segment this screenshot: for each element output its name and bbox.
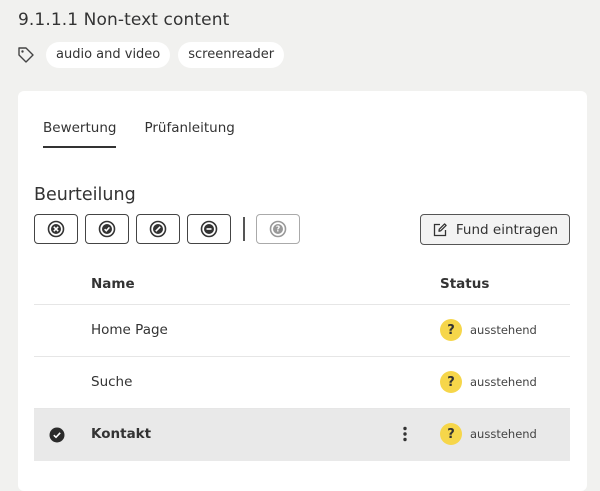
assessment-card: Bewertung Prüfanleitung Beurteilung ? Fu…: [18, 91, 587, 491]
question-circle-icon: ?: [269, 220, 287, 238]
svg-text:?: ?: [276, 225, 280, 234]
table-row[interactable]: Suche ? ausstehend: [34, 357, 570, 409]
row-name: Suche: [91, 374, 133, 390]
rate-failed-button[interactable]: [34, 214, 78, 244]
tab-bewertung[interactable]: Bewertung: [43, 120, 117, 148]
fund-eintragen-button[interactable]: Fund eintragen: [420, 214, 570, 245]
rate-not-tested-button[interactable]: [187, 214, 231, 244]
more-options-icon[interactable]: [402, 426, 408, 442]
status-badge: ? ausstehend: [440, 371, 537, 393]
status-text: ausstehend: [470, 427, 537, 441]
tab-pruefanleitung[interactable]: Prüfanleitung: [144, 120, 234, 148]
edit-icon: [433, 222, 447, 236]
minus-circle-icon: [200, 220, 218, 238]
fund-button-label: Fund eintragen: [455, 221, 559, 238]
header-status: Status: [440, 276, 490, 292]
header-name: Name: [91, 276, 135, 292]
x-circle-icon: [47, 220, 65, 238]
pending-icon: ?: [440, 423, 462, 445]
tag-icon: [18, 47, 34, 63]
rate-pending-button[interactable]: ?: [256, 214, 300, 244]
check-circle-icon: [98, 220, 116, 238]
tab-bar: Bewertung Prüfanleitung: [43, 120, 263, 148]
rate-passed-button[interactable]: [85, 214, 129, 244]
pending-icon: ?: [440, 371, 462, 393]
row-name: Kontakt: [91, 426, 152, 442]
page-title: 9.1.1.1 Non-text content: [18, 10, 230, 30]
tag-audio-and-video[interactable]: audio and video: [46, 42, 171, 68]
table-row[interactable]: Home Page ? ausstehend: [34, 305, 570, 357]
rate-not-applicable-button[interactable]: [136, 214, 180, 244]
checkmark-circle-icon: [49, 427, 65, 443]
pending-icon: ?: [440, 319, 462, 341]
status-badge: ? ausstehend: [440, 319, 537, 341]
tag-screenreader[interactable]: screenreader: [178, 42, 285, 68]
row-name: Home Page: [91, 322, 168, 338]
status-text: ausstehend: [470, 375, 537, 389]
button-divider: [243, 217, 245, 241]
status-text: ausstehend: [470, 323, 537, 337]
table-header: Name Status: [34, 259, 570, 305]
tag-list: audio and video screenreader: [17, 42, 292, 68]
results-table: Name Status Home Page ? ausstehend Suche…: [34, 259, 570, 461]
slash-circle-icon: [149, 220, 167, 238]
status-badge: ? ausstehend: [440, 423, 537, 445]
rating-buttons: ?: [34, 214, 307, 244]
section-title: Beurteilung: [34, 185, 136, 205]
table-row-selected[interactable]: Kontakt ? ausstehend: [34, 409, 570, 461]
